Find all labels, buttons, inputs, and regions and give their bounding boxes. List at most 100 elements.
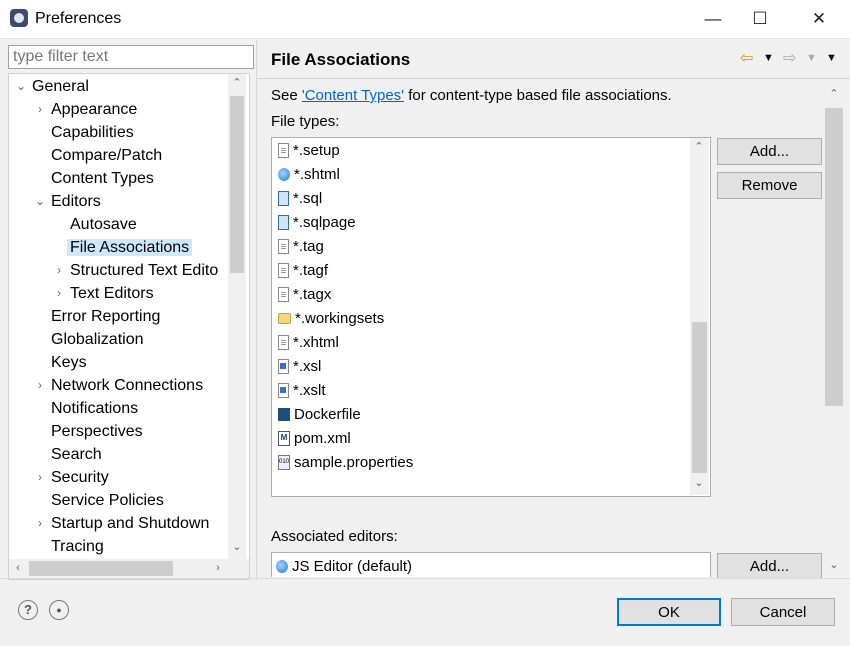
- file-type-item[interactable]: *.sql: [278, 187, 322, 211]
- footer-divider: [0, 578, 850, 579]
- file-type-item[interactable]: *.setup: [278, 139, 340, 163]
- scroll-right-icon[interactable]: ›: [209, 562, 227, 574]
- sql-file-icon: [278, 190, 289, 206]
- scroll-up-icon[interactable]: ⌃: [228, 76, 246, 89]
- expand-right-icon[interactable]: ›: [53, 259, 65, 282]
- file-type-item[interactable]: *.xslt: [278, 379, 326, 403]
- file-type-label: *.tagf: [293, 262, 329, 279]
- file-type-item[interactable]: Mpom.xml: [278, 427, 351, 451]
- page-scroll-thumb[interactable]: [825, 108, 843, 406]
- associated-editors-list[interactable]: JS Editor (default): [271, 552, 711, 577]
- close-button[interactable]: ✕: [796, 0, 842, 38]
- file-list-scrollbar[interactable]: ⌃ ⌄: [690, 138, 709, 495]
- tree-item[interactable]: Search: [34, 443, 105, 466]
- file-types-label: File types:: [271, 113, 340, 130]
- tree-item[interactable]: File Associations: [53, 236, 193, 259]
- help-icon[interactable]: ?: [18, 600, 38, 620]
- file-list-scroll-thumb[interactable]: [692, 322, 707, 473]
- scroll-down-icon[interactable]: ⌄: [690, 476, 708, 489]
- expand-right-icon[interactable]: ›: [53, 282, 65, 305]
- forward-arrow-icon[interactable]: ⇨: [783, 48, 796, 68]
- file-type-item[interactable]: *.tagx: [278, 283, 331, 307]
- add-file-type-button[interactable]: Add...: [717, 138, 822, 165]
- scroll-left-icon[interactable]: ‹: [9, 562, 27, 574]
- tree-item[interactable]: Capabilities: [34, 121, 137, 144]
- expand-right-icon[interactable]: ›: [34, 98, 46, 121]
- file-type-label: pom.xml: [294, 430, 351, 447]
- import-export-icon[interactable]: ●: [49, 600, 69, 620]
- maximize-button[interactable]: ☐: [737, 0, 783, 38]
- tree-item-label: Network Connections: [51, 377, 204, 394]
- tree-item[interactable]: ⌄ Editors: [34, 190, 104, 213]
- properties-file-icon: 010: [278, 454, 290, 470]
- tree-item[interactable]: › Appearance: [34, 98, 140, 121]
- tree-item-label: Error Reporting: [51, 308, 161, 325]
- pane-divider[interactable]: [256, 40, 257, 580]
- tree-item[interactable]: Perspectives: [34, 420, 146, 443]
- ok-button[interactable]: OK: [617, 598, 721, 626]
- page-scrollbar[interactable]: ⌃ ⌄: [824, 84, 844, 578]
- file-type-item[interactable]: 010 sample.properties: [278, 451, 413, 475]
- tree-item-label: Editors: [51, 193, 101, 210]
- scroll-down-icon[interactable]: ⌄: [228, 540, 246, 553]
- tree-item[interactable]: Keys: [34, 351, 90, 374]
- file-type-item[interactable]: *.xhtml: [278, 331, 339, 355]
- minimize-button[interactable]: —: [690, 0, 736, 38]
- tree-item[interactable]: › Structured Text Edito: [53, 259, 221, 282]
- file-type-item[interactable]: *.tagf: [278, 259, 328, 283]
- tree-item[interactable]: Error Reporting: [34, 305, 163, 328]
- tree-item[interactable]: Autosave: [53, 213, 140, 236]
- remove-file-type-button[interactable]: Remove: [717, 172, 822, 199]
- content-types-link[interactable]: 'Content Types': [302, 87, 404, 104]
- scroll-up-icon[interactable]: ⌃: [690, 140, 708, 153]
- file-type-label: *.sqlpage: [293, 214, 356, 231]
- file-type-item[interactable]: *.tag: [278, 235, 324, 259]
- expand-down-icon[interactable]: ⌄: [34, 190, 46, 213]
- tree-item[interactable]: › Security: [34, 466, 112, 489]
- preference-tree[interactable]: ⌄ General › Appearance Capabilities Compare/P…: [8, 73, 250, 580]
- forward-menu-chevron-icon[interactable]: ▼: [806, 52, 817, 64]
- tree-vertical-scrollbar[interactable]: ⌃ ⌄: [228, 74, 246, 560]
- js-editor-icon: [276, 559, 288, 573]
- file-type-label: *.shtml: [294, 166, 340, 183]
- tree-item-label: Notifications: [51, 400, 139, 417]
- tree-item[interactable]: Globalization: [34, 328, 147, 351]
- file-type-item[interactable]: *.sqlpage: [278, 211, 356, 235]
- tree-hscroll-thumb[interactable]: [29, 561, 173, 576]
- tree-item[interactable]: Notifications: [34, 397, 141, 420]
- file-type-item[interactable]: *.shtml: [278, 163, 340, 187]
- tree-item-label: Startup and Shutdown: [51, 515, 210, 532]
- tree-item[interactable]: ⌄ General: [15, 75, 92, 98]
- cancel-button[interactable]: Cancel: [731, 598, 835, 626]
- editor-item[interactable]: JS Editor (default): [276, 555, 412, 577]
- back-menu-chevron-icon[interactable]: ▼: [763, 52, 774, 64]
- eclipse-icon: [10, 9, 28, 27]
- file-type-item[interactable]: *.xsl: [278, 355, 321, 379]
- filter-input[interactable]: [8, 45, 254, 69]
- expand-right-icon[interactable]: ›: [34, 374, 46, 397]
- file-type-item[interactable]: Dockerfile: [278, 403, 361, 427]
- tree-item[interactable]: › Network Connections: [34, 374, 206, 397]
- back-arrow-icon[interactable]: ⇦: [740, 48, 753, 68]
- file-types-list[interactable]: *.setup *.shtml *.sql *.sqlpage *.tag *.tagf *…: [271, 137, 711, 497]
- editor-label: JS Editor (default): [292, 558, 413, 575]
- tree-scroll-thumb[interactable]: [230, 96, 244, 273]
- tree-item[interactable]: Content Types: [34, 167, 157, 190]
- expand-right-icon[interactable]: ›: [34, 512, 46, 535]
- file-type-label: Dockerfile: [294, 406, 361, 423]
- file-type-item[interactable]: *.workingsets: [278, 307, 384, 331]
- expand-right-icon[interactable]: ›: [34, 466, 46, 489]
- scroll-down-icon[interactable]: ⌄: [825, 558, 843, 571]
- scroll-up-icon[interactable]: ⌃: [825, 87, 843, 100]
- tree-item[interactable]: › Startup and Shutdown: [34, 512, 212, 535]
- tree-item[interactable]: Service Policies: [34, 489, 167, 512]
- tree-item[interactable]: › Text Editors: [53, 282, 157, 305]
- add-editor-button[interactable]: Add...: [717, 553, 822, 578]
- tree-item[interactable]: Compare/Patch: [34, 144, 165, 167]
- expand-down-icon[interactable]: ⌄: [15, 75, 27, 98]
- tree-item[interactable]: Tracing: [34, 535, 107, 558]
- tree-horizontal-scrollbar[interactable]: ‹ ›: [9, 559, 249, 578]
- view-menu-chevron-icon[interactable]: ▼: [826, 52, 837, 64]
- tree-item-label: Compare/Patch: [51, 147, 163, 164]
- file-type-label: sample.properties: [294, 454, 414, 471]
